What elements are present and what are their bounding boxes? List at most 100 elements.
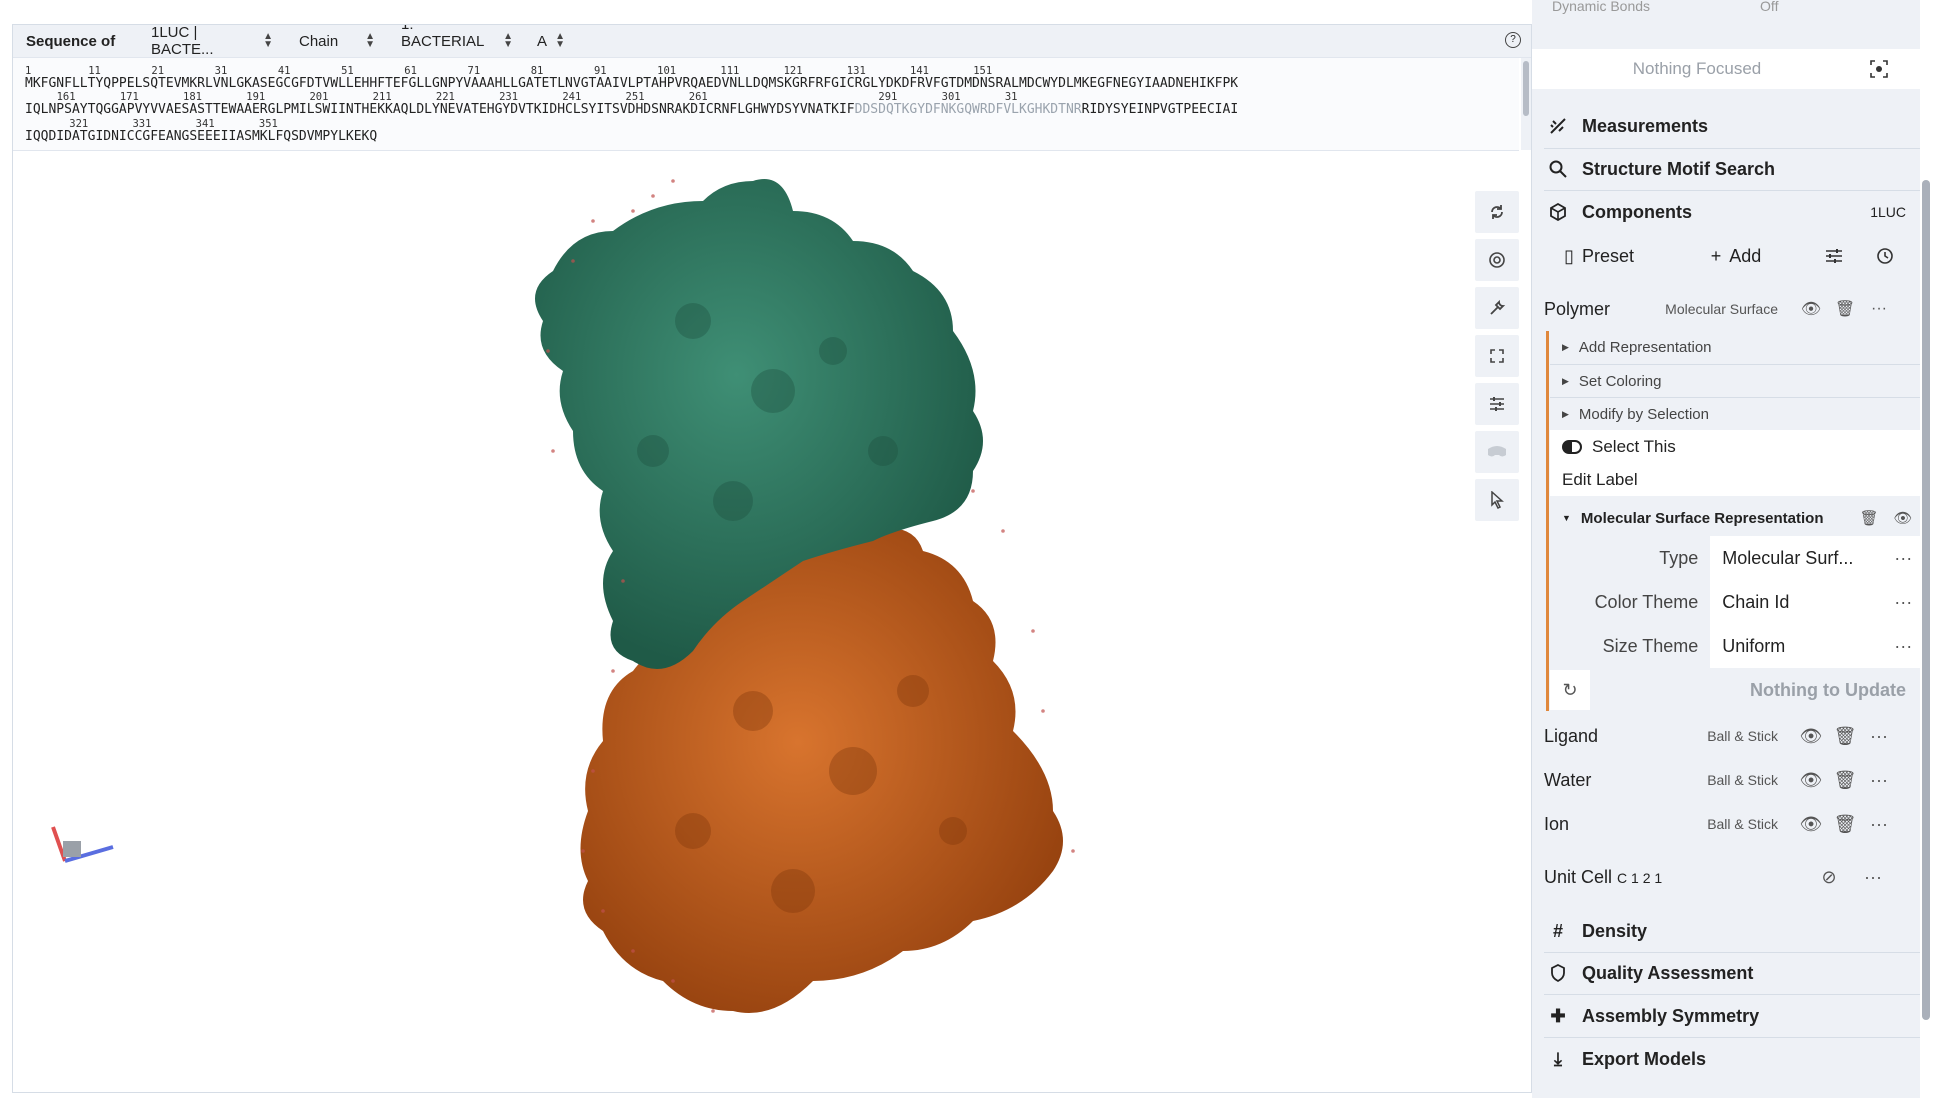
more-icon[interactable]: ··· xyxy=(1886,627,1920,665)
help-icon[interactable]: ? xyxy=(1505,32,1521,48)
puzzle-icon: ✚ xyxy=(1550,1005,1566,1026)
components-toolbar: ▯ Preset + Add xyxy=(1532,234,1920,278)
eye-icon[interactable]: 👁 xyxy=(1794,805,1828,843)
water-row[interactable]: Water Ball & Stick 👁 🗑 ··· xyxy=(1532,759,1920,801)
focus-row: Nothing Focused xyxy=(1532,49,1920,89)
size-theme-param: Size Theme Uniform ··· xyxy=(1550,624,1920,668)
caret-right-icon: ▶ xyxy=(1562,375,1569,386)
eye-icon[interactable]: 👁 xyxy=(1794,717,1828,755)
eye-icon[interactable]: 👁 xyxy=(1794,290,1828,328)
measurements-section[interactable]: Measurements xyxy=(1532,107,1920,145)
eye-off-icon[interactable]: ⊘ xyxy=(1812,858,1846,896)
polymer-accent xyxy=(1546,331,1549,711)
history-icon[interactable] xyxy=(1862,237,1908,275)
chain-select[interactable]: A ▲ ▼ xyxy=(527,25,575,57)
structure-select[interactable]: 1LUC | BACTE... ▲ ▼ xyxy=(141,25,283,58)
dynamic-bonds-row[interactable]: Dynamic Bonds Off xyxy=(1532,0,1920,22)
quality-section[interactable]: Quality Assessment xyxy=(1532,954,1920,992)
focus-status: Nothing Focused xyxy=(1632,59,1762,78)
caret-down-icon: ▼ xyxy=(1562,513,1571,523)
set-coloring[interactable]: ▶ Set Coloring xyxy=(1550,365,1920,397)
polymer-row[interactable]: Polymer Molecular Surface 👁 🗑 ··· xyxy=(1532,287,1920,331)
more-icon[interactable]: ··· xyxy=(1886,583,1920,621)
more-icon[interactable]: ··· xyxy=(1862,290,1896,328)
color-theme-value[interactable]: Chain Id xyxy=(1722,592,1886,613)
options-icon[interactable] xyxy=(1806,237,1862,275)
modify-by-selection[interactable]: ▶ Modify by Selection xyxy=(1550,398,1920,430)
select-this-button[interactable]: Select This xyxy=(1550,430,1920,463)
eye-icon[interactable]: 👁 xyxy=(1886,499,1920,537)
entity-select[interactable]: 1: BACTERIAL ...▲▼ xyxy=(391,25,523,67)
unit-cell-row[interactable]: Unit Cell C 1 2 1 ⊘ ··· xyxy=(1532,855,1920,899)
bookmark-icon: ▯ xyxy=(1564,245,1574,266)
components-id: 1LUC xyxy=(1870,204,1906,220)
trash-icon[interactable]: 🗑 xyxy=(1828,717,1862,755)
more-icon[interactable]: ··· xyxy=(1862,761,1896,799)
assembly-section[interactable]: ✚ Assembly Symmetry xyxy=(1532,997,1920,1035)
caret-right-icon: ▶ xyxy=(1562,342,1569,352)
polymer-label: Polymer xyxy=(1544,298,1611,319)
more-icon[interactable]: ··· xyxy=(1856,858,1890,896)
trash-icon[interactable]: 🗑 xyxy=(1852,499,1886,537)
sliders-icon[interactable] xyxy=(1475,383,1519,425)
type-param: Type Molecular Surf... ··· xyxy=(1550,536,1920,580)
sequence-label: Sequence of xyxy=(26,32,116,50)
viewer-toolbar xyxy=(1475,191,1519,527)
trash-icon[interactable]: 🗑 xyxy=(1828,761,1862,799)
sequence-line[interactable]: IQQDIDATGIDNICCGFEANGSEEEIIASMKLFQSDVMPY… xyxy=(25,129,377,144)
refresh-icon[interactable]: ↻ xyxy=(1550,670,1590,710)
motif-search-section[interactable]: Structure Motif Search xyxy=(1532,150,1920,188)
sequence-line[interactable]: MKFGNFLLTYQPPELSQTEVMKRLVNLGKASEGCGFDTVW… xyxy=(25,76,1238,91)
update-row: ↻ Nothing to Update xyxy=(1550,670,1920,710)
components-section[interactable]: Components 1LUC xyxy=(1532,193,1920,231)
updown-icon: ▲ ▼ xyxy=(503,31,513,50)
cursor-icon[interactable] xyxy=(1475,479,1519,521)
wrench-icon[interactable] xyxy=(1475,287,1519,329)
more-icon[interactable]: ··· xyxy=(1862,717,1896,755)
sequence-toolbar: Sequence of 1LUC | BACTE... ▲ ▼ Chain ▲ ▼ 1:… xyxy=(13,25,1531,67)
ruler-icon xyxy=(1546,117,1570,135)
size-theme-value[interactable]: Uniform xyxy=(1722,636,1886,657)
color-theme-param: Color Theme Chain Id ··· xyxy=(1550,580,1920,624)
left-pane: Sequence of 1LUC | BACTE... ▲ ▼ Chain ▲ ▼ 1:… xyxy=(12,24,1532,1093)
type-value[interactable]: Molecular Surf... xyxy=(1722,548,1886,569)
polymer-repr: Molecular Surface xyxy=(1665,301,1778,317)
eye-icon[interactable]: 👁 xyxy=(1794,761,1828,799)
molecular-viewer[interactable] xyxy=(13,151,1531,1092)
mode-select[interactable]: Chain ▲ ▼ xyxy=(289,25,385,57)
search-icon xyxy=(1546,160,1570,178)
focus-target-icon[interactable] xyxy=(1862,50,1896,88)
plus-icon: + xyxy=(1710,245,1722,266)
export-section[interactable]: ⤓ Export Models xyxy=(1532,1040,1920,1078)
edit-label-button[interactable]: Edit Label xyxy=(1550,463,1920,496)
vr-icon xyxy=(1475,431,1519,473)
grid-icon: # xyxy=(1552,920,1563,941)
more-icon[interactable]: ··· xyxy=(1862,805,1896,843)
preset-button[interactable]: ▯ Preset xyxy=(1532,246,1666,267)
representation-header[interactable]: ▼ Molecular Surface Representation 🗑 👁 xyxy=(1550,500,1920,536)
trash-icon[interactable]: 🗑 xyxy=(1828,290,1862,328)
more-icon[interactable]: ··· xyxy=(1886,539,1920,577)
updown-icon: ▲ ▼ xyxy=(263,31,273,50)
add-representation[interactable]: ▶ Add Representation xyxy=(1550,331,1920,364)
sequence-scroll-thumb[interactable] xyxy=(1523,61,1529,116)
ion-row[interactable]: Ion Ball & Stick 👁 🗑 ··· xyxy=(1532,803,1920,845)
update-button[interactable]: Nothing to Update xyxy=(1590,680,1920,701)
expand-icon[interactable] xyxy=(1475,335,1519,377)
unmodeled-residues[interactable]: DDSDQTKGYDFNKGQWRDFVLKGHKDTNR xyxy=(855,102,1082,117)
panel-scrollbar[interactable] xyxy=(1922,180,1930,1020)
molecule-canvas[interactable] xyxy=(13,151,1531,1092)
density-section[interactable]: # Density xyxy=(1532,912,1920,950)
download-icon: ⤓ xyxy=(1554,1048,1562,1069)
sequence-line[interactable]: IQLNPSAYTQGGAPVYVVAESASTTEWAAERGLPMILSWI… xyxy=(25,102,1238,117)
reset-camera-icon[interactable] xyxy=(1475,191,1519,233)
sequence-view[interactable]: 1 11 21 31 41 51 61 71 81 91 101 111 121… xyxy=(13,58,1519,151)
add-button[interactable]: + Add xyxy=(1666,246,1806,267)
ligand-row[interactable]: Ligand Ball & Stick 👁 🗑 ··· xyxy=(1532,715,1920,757)
caret-right-icon: ▶ xyxy=(1562,408,1569,419)
control-panel: Dynamic Bonds Off Nothing Focused Measur… xyxy=(1532,0,1920,1098)
updown-icon: ▲ ▼ xyxy=(365,31,375,50)
screenshot-icon[interactable] xyxy=(1475,239,1519,281)
axes-gizmo xyxy=(51,826,114,863)
trash-icon[interactable]: 🗑 xyxy=(1828,805,1862,843)
